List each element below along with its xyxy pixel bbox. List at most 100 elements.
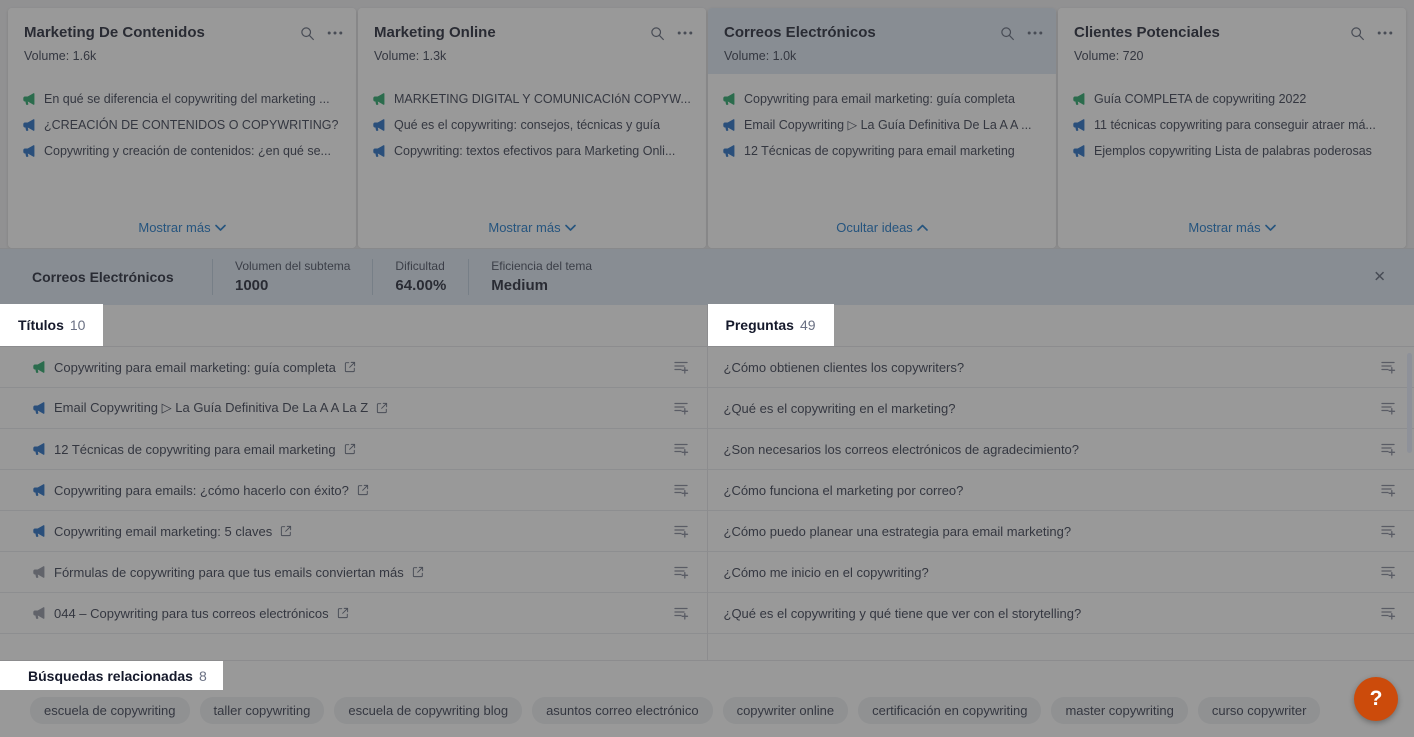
add-to-list-icon[interactable]	[1380, 359, 1396, 375]
ellipsis-icon[interactable]	[1376, 24, 1394, 42]
card-volume-value: 1.3k	[423, 49, 447, 63]
card-idea-text: MARKETING DIGITAL Y COMUNICACIóN COPYW..…	[394, 91, 691, 107]
close-icon[interactable]: ✕	[1373, 270, 1386, 285]
card-toggle-button[interactable]: Mostrar más	[8, 206, 356, 248]
search-icon[interactable]	[298, 24, 316, 42]
card-ideas-list: MARKETING DIGITAL Y COMUNICACIóN COPYW..…	[358, 74, 706, 206]
tab-busquedas-relacionadas[interactable]: Búsquedas relacionadas 8	[0, 661, 223, 690]
add-to-list-icon[interactable]	[1380, 400, 1396, 416]
card-idea-row[interactable]: Ejemplos copywriting Lista de palabras p…	[1072, 138, 1392, 164]
card-idea-row[interactable]: Qué es el copywriting: consejos, técnica…	[372, 112, 692, 138]
megaphone-icon	[1072, 144, 1086, 158]
add-to-list-icon[interactable]	[673, 605, 689, 621]
question-row[interactable]: ¿Son necesarios los correos electrónicos…	[708, 429, 1414, 470]
ellipsis-icon[interactable]	[1026, 24, 1044, 42]
related-search-chip[interactable]: copywriter online	[723, 697, 849, 724]
question-row-text: ¿Qué es el copywriting en el marketing?	[724, 401, 956, 416]
card-idea-row[interactable]: Guía COMPLETA de copywriting 2022	[1072, 86, 1392, 112]
question-row[interactable]: ¿Cómo funciona el marketing por correo?	[708, 470, 1414, 511]
ellipsis-icon[interactable]	[676, 24, 694, 42]
add-to-list-icon[interactable]	[673, 441, 689, 457]
add-to-list-icon[interactable]	[1380, 605, 1396, 621]
card-toggle-button[interactable]: Ocultar ideas	[708, 206, 1056, 248]
question-row[interactable]: ¿Cómo puedo planear una estrategia para …	[708, 511, 1414, 552]
search-icon[interactable]	[1348, 24, 1366, 42]
related-search-chip[interactable]: escuela de copywriting blog	[334, 697, 522, 724]
card-idea-row[interactable]: Copywriting y creación de contenidos: ¿e…	[22, 138, 342, 164]
card-idea-row[interactable]: Copywriting para email marketing: guía c…	[722, 86, 1042, 112]
topic-card[interactable]: Correos ElectrónicosVolume: 1.0kCopywrit…	[708, 8, 1056, 248]
card-toggle-label: Mostrar más	[1188, 220, 1260, 235]
related-search-chip[interactable]: certificación en copywriting	[858, 697, 1041, 724]
card-volume-label: Volume:	[24, 49, 69, 63]
card-idea-text: 11 técnicas copywriting para conseguir a…	[1094, 117, 1376, 133]
related-search-chip[interactable]: taller copywriting	[200, 697, 325, 724]
title-row[interactable]: Copywriting para email marketing: guía c…	[0, 347, 707, 388]
external-link-icon[interactable]	[280, 525, 292, 537]
title-row[interactable]: 12 Técnicas de copywriting para email ma…	[0, 429, 707, 470]
topic-card[interactable]: Marketing OnlineVolume: 1.3kMARKETING DI…	[358, 8, 706, 248]
question-row[interactable]: ¿Cómo obtienen clientes los copywriters?	[708, 347, 1414, 388]
related-search-chip[interactable]: master copywriting	[1051, 697, 1187, 724]
megaphone-icon	[32, 524, 46, 538]
title-row[interactable]: Email Copywriting ▷ La Guía Definitiva D…	[0, 388, 707, 429]
card-toggle-button[interactable]: Mostrar más	[1058, 206, 1406, 248]
add-to-list-icon[interactable]	[1380, 564, 1396, 580]
question-row-text: ¿Qué es el copywriting y qué tiene que v…	[724, 606, 1082, 621]
topic-card[interactable]: Marketing De ContenidosVolume: 1.6kEn qu…	[8, 8, 356, 248]
add-to-list-icon[interactable]	[1380, 482, 1396, 498]
search-icon[interactable]	[648, 24, 666, 42]
title-row[interactable]: Copywriting para emails: ¿cómo hacerlo c…	[0, 470, 707, 511]
title-row[interactable]: Fórmulas de copywriting para que tus ema…	[0, 552, 707, 593]
question-row[interactable]: ¿Qué es el copywriting en el marketing?	[708, 388, 1414, 429]
title-row[interactable]: 044 – Copywriting para tus correos elect…	[0, 593, 707, 634]
question-row[interactable]: ¿Qué es el copywriting y qué tiene que v…	[708, 593, 1414, 634]
topic-cards-strip: Marketing De ContenidosVolume: 1.6kEn qu…	[0, 0, 1414, 248]
card-idea-row[interactable]: 12 Técnicas de copywriting para email ma…	[722, 138, 1042, 164]
card-idea-row[interactable]: 11 técnicas copywriting para conseguir a…	[1072, 112, 1392, 138]
add-to-list-icon[interactable]	[673, 523, 689, 539]
external-link-icon[interactable]	[376, 402, 388, 414]
add-to-list-icon[interactable]	[673, 400, 689, 416]
tab-preguntas[interactable]: Preguntas 49	[708, 304, 834, 346]
question-row[interactable]: ¿Cómo me inicio en el copywriting?	[708, 552, 1414, 593]
card-idea-row[interactable]: Email Copywriting ▷ La Guía Definitiva D…	[722, 112, 1042, 138]
external-link-icon[interactable]	[412, 566, 424, 578]
card-idea-row[interactable]: ¿CREACIÓN DE CONTENIDOS O COPYWRITING?	[22, 112, 342, 138]
metric-value: Medium	[491, 276, 592, 295]
topic-card[interactable]: Clientes PotencialesVolume: 720Guía COMP…	[1058, 8, 1406, 248]
tab-preguntas-label: Preguntas	[726, 317, 794, 333]
external-link-icon[interactable]	[344, 361, 356, 373]
add-to-list-icon[interactable]	[673, 482, 689, 498]
related-chip-list: escuela de copywriting taller copywriting…	[0, 690, 1414, 724]
title-row-text: 044 – Copywriting para tus correos elect…	[54, 606, 329, 621]
tab-busquedas-label: Búsquedas relacionadas	[28, 668, 193, 684]
related-search-chip[interactable]: curso copywriter	[1198, 697, 1321, 724]
add-to-list-icon[interactable]	[673, 359, 689, 375]
ellipsis-icon[interactable]	[326, 24, 344, 42]
tab-titulos[interactable]: Títulos 10	[0, 304, 103, 346]
related-search-chip[interactable]: escuela de copywriting	[30, 697, 190, 724]
add-to-list-icon[interactable]	[1380, 523, 1396, 539]
help-question-icon[interactable]: ?	[1354, 677, 1398, 721]
card-idea-row[interactable]: En qué se diferencia el copywriting del …	[22, 86, 342, 112]
metric-block: Dificultad64.00%	[372, 259, 468, 295]
external-link-icon[interactable]	[344, 443, 356, 455]
external-link-icon[interactable]	[357, 484, 369, 496]
questions-scrollbar[interactable]	[1407, 353, 1412, 453]
card-idea-row[interactable]: MARKETING DIGITAL Y COMUNICACIóN COPYW..…	[372, 86, 692, 112]
add-to-list-icon[interactable]	[1380, 441, 1396, 457]
tab-titulos-label: Títulos	[18, 317, 64, 333]
megaphone-icon	[722, 144, 736, 158]
chevron-up-icon	[917, 220, 928, 235]
card-idea-text: Copywriting: textos efectivos para Marke…	[394, 143, 675, 159]
external-link-icon[interactable]	[337, 607, 349, 619]
add-to-list-icon[interactable]	[673, 564, 689, 580]
tab-preguntas-count: 49	[800, 317, 816, 333]
title-row[interactable]: Copywriting email marketing: 5 claves	[0, 511, 707, 552]
related-search-chip[interactable]: asuntos correo electrónico	[532, 697, 712, 724]
search-icon[interactable]	[998, 24, 1016, 42]
card-toggle-button[interactable]: Mostrar más	[358, 206, 706, 248]
card-idea-row[interactable]: Copywriting: textos efectivos para Marke…	[372, 138, 692, 164]
question-row-text: ¿Cómo me inicio en el copywriting?	[724, 565, 929, 580]
